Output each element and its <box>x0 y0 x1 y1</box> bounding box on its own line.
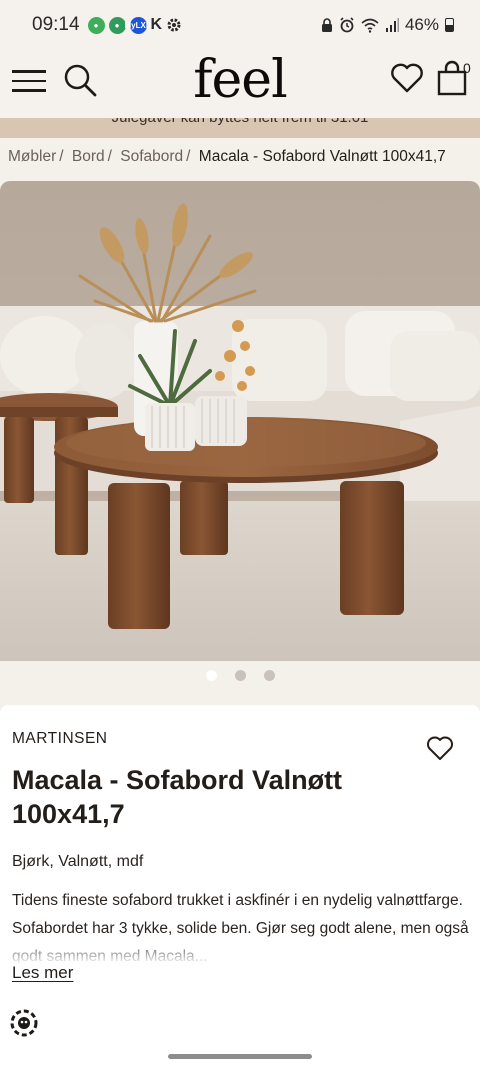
favorite-heart-icon[interactable] <box>426 735 454 761</box>
promo-banner[interactable]: Julegaver kan byttes helt frem til 31.01 <box>0 118 480 138</box>
app-icon-green-2: ● <box>108 16 126 34</box>
product-brand[interactable]: MARTINSEN <box>12 730 108 748</box>
wifi-icon <box>361 18 379 33</box>
battery-percent: 46% <box>404 15 439 34</box>
gallery-dot[interactable] <box>263 670 275 681</box>
system-icons: 46% <box>321 15 454 35</box>
breadcrumb-link-mobler[interactable]: Møbler <box>8 148 56 165</box>
gallery-pagination <box>0 670 480 684</box>
k-icon: K <box>150 16 163 33</box>
status-time: 09:14 <box>32 14 80 35</box>
mylxd-app-icon: MyLXD <box>124 16 152 34</box>
gear-icon <box>167 18 181 32</box>
product-info-card: MARTINSEN Macala - Sofabord Valnøtt 100x… <box>0 705 480 1050</box>
breadcrumb-link-sofabord[interactable]: Sofabord <box>120 148 183 165</box>
notification-icons: ● ● MyLXD K <box>87 16 183 34</box>
breadcrumb: Møbler / Bord / Sofabord / Macala - Sofabor… <box>8 148 480 172</box>
product-title: Macala - Sofabord Valnøtt 100x41,7 <box>12 765 343 829</box>
gallery-dot[interactable] <box>205 670 217 681</box>
system-nav-bar <box>0 1050 480 1067</box>
app-icon-green-1: ● <box>87 16 105 34</box>
description-fade <box>0 937 480 965</box>
wishlist-heart-icon[interactable] <box>390 62 424 94</box>
product-image[interactable] <box>0 181 480 661</box>
lock-icon <box>321 17 332 32</box>
battery-icon <box>445 18 454 32</box>
site-header: feel 0 <box>0 50 480 118</box>
gallery-dot[interactable] <box>234 670 246 681</box>
breadcrumb-link-bord[interactable]: Bord <box>72 148 105 165</box>
breadcrumb-current: Macala - Sofabord Valnøtt 100x41,7 <box>198 148 446 165</box>
home-gesture-bar[interactable] <box>168 1054 312 1059</box>
breadcrumb-separator: / <box>59 148 64 165</box>
status-bar: 09:14 ● ● MyLXD K 46% <box>0 0 480 50</box>
product-materials: Bjørk, Valnøtt, mdf <box>12 853 144 870</box>
promo-text: Julegaver kan byttes helt frem til 31.01 <box>0 118 480 126</box>
breadcrumb-separator: / <box>186 148 191 165</box>
alarm-icon <box>340 17 354 33</box>
signal-icon <box>385 18 399 32</box>
cart-count: 0 <box>463 60 471 76</box>
chat-support-icon[interactable] <box>8 1007 40 1039</box>
read-more-link[interactable]: Les mer <box>12 963 73 983</box>
breadcrumb-separator: / <box>107 148 112 165</box>
